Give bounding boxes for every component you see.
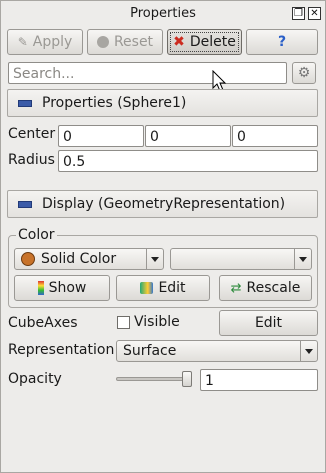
help-icon: ? [277,34,287,50]
apply-icon: ✎ [17,35,28,49]
rescale-button[interactable]: ⇄ Rescale [219,275,312,301]
color-group-title: Color [16,227,57,243]
properties-section-label: Properties (Sphere1) [42,95,187,111]
apply-button[interactable]: ✎ Apply [7,29,83,55]
representation-value: Surface [123,343,177,359]
center-label: Center [8,126,56,142]
color-swatch-icon [21,252,35,266]
search-placeholder: Search... [13,66,75,82]
display-section-header[interactable]: Display (GeometryRepresentation) [7,190,318,218]
edit-colormap-button[interactable]: Edit [116,275,210,301]
cubeaxes-label: CubeAxes [8,315,78,331]
cubeaxes-edit-button[interactable]: Edit [219,310,318,336]
search-input[interactable]: Search... [8,62,287,84]
rescale-label: Rescale [246,280,301,296]
edit-colormap-icon [140,282,154,294]
show-label: Show [48,280,87,296]
cubeaxes-edit-label: Edit [254,315,283,331]
cubeaxes-visible-checkbox[interactable] [117,316,130,329]
radius-label: Radius [8,152,55,168]
color-mode-value: Solid Color [41,251,117,267]
chevron-down-icon [300,341,317,361]
reset-button[interactable]: Reset [87,29,163,55]
panel-title: Properties [130,6,196,21]
center-z-field[interactable]: 0 [232,125,318,147]
opacity-label: Opacity [8,371,62,387]
center-x-field[interactable]: 0 [58,125,144,147]
delete-button[interactable]: ✖ Delete [167,29,242,55]
representation-label: Representation [8,342,115,358]
settings-gear-button[interactable]: ⚙ [292,62,316,84]
colorbar-icon [37,281,44,295]
close-icon[interactable]: ✕ [308,7,321,20]
edit-label: Edit [158,280,186,296]
float-window-icon[interactable]: ❐ [292,7,305,20]
color-component-select[interactable] [170,248,312,270]
collapse-icon [18,200,32,208]
chevron-down-icon [294,249,311,269]
radius-field[interactable]: 0.5 [58,150,318,172]
chevron-down-icon [146,249,163,269]
opacity-field[interactable]: 1 [200,369,318,391]
show-colorbar-button[interactable]: Show [14,275,110,301]
help-button[interactable]: ? [246,29,318,55]
opacity-slider-handle[interactable] [182,371,192,387]
delete-label: Delete [189,34,236,50]
representation-select[interactable]: Surface [116,340,318,362]
settings-gear-icon: ⚙ [297,65,311,81]
delete-icon: ✖ [173,34,185,50]
reset-icon [96,36,109,48]
reset-label: Reset [113,34,154,50]
rescale-icon: ⇄ [230,280,242,296]
center-y-field[interactable]: 0 [145,125,231,147]
opacity-slider-track[interactable] [116,377,192,381]
color-mode-select[interactable]: Solid Color [14,248,164,270]
cubeaxes-visible-label: Visible [134,314,180,330]
properties-section-header[interactable]: Properties (Sphere1) [7,89,318,117]
apply-label: Apply [32,34,73,50]
display-section-label: Display (GeometryRepresentation) [42,196,286,212]
collapse-icon [18,99,32,107]
